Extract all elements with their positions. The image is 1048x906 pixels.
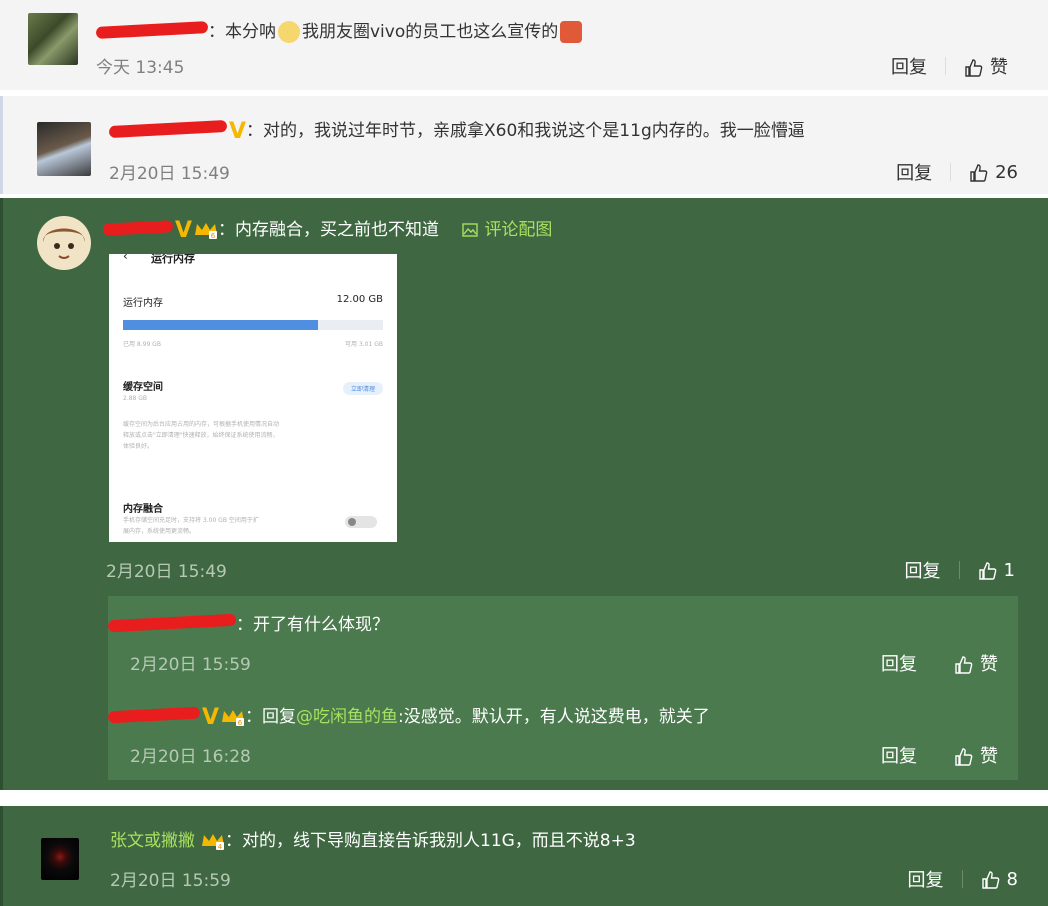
reply-time: 2月20日 16:28 [130,747,251,767]
comment-item: V：对的，我说过年时节，亲戚拿X60和我说这个是11g内存的。我一脸懵逼 2月2… [0,96,1048,194]
thumbs-up-icon [965,59,983,77]
divider [935,654,936,672]
comment-actions: 回复 26 [896,159,1018,185]
fusion-toggle [345,516,377,528]
avatar[interactable] [37,122,91,176]
reply-button[interactable]: 回复 [881,742,917,768]
like-button[interactable]: 赞 [954,742,998,768]
ram-free: 可用 3.01 GB [345,341,383,348]
divider [958,561,960,579]
reply-button[interactable]: 回复 [881,650,917,676]
comment-time: 2月20日 15:49 [106,562,227,582]
verified-v-icon: V [229,118,247,144]
like-button[interactable]: 1 [978,560,1015,581]
cache-desc: 缓存空间为后台应用占用的内存，可根据手机使用情况自动 [123,421,280,428]
redacted-username[interactable] [102,220,174,236]
like-label: 赞 [980,746,998,767]
cache-title: 缓存空间 [123,382,163,393]
comment-time: 2月20日 15:59 [110,871,231,891]
like-count: 1 [1003,559,1015,581]
redacted-username[interactable] [108,119,228,139]
mention-link[interactable]: @吃闲鱼的鱼 [296,707,398,727]
comment-text: 张文或撇撇 4 ：对的，线下导购直接告诉我别人11G，而且不说8+3 [110,831,636,851]
thumbs-up-icon [955,748,973,766]
thumbs-up-icon [978,561,996,580]
redacted-username[interactable] [107,613,237,633]
crown-level-icon: 6 [195,223,218,239]
ram-label: 运行内存 [123,298,163,309]
fusion-title: 内存融合 [123,504,163,515]
divider [945,57,946,75]
ram-progress-fill [123,320,318,330]
verified-v-icon: V [202,704,220,730]
fusion-desc: 展内存，系统使用更流畅。 [123,528,196,535]
comment-text: ：本分呐 我朋友圈vivo的员工也这么宣传的 [95,17,583,43]
thumbs-up-icon [970,163,988,182]
thumbs-up-icon [955,656,973,674]
svg-text:4: 4 [218,843,223,850]
reply-actions: 回复 赞 [881,650,998,676]
reply-button[interactable]: 回复 [905,557,941,583]
cache-desc: 释放或点击"立即清理"快速释放，始终保证系统使用流畅， [123,432,279,439]
reply-text: ：开了有什么体现？ [107,610,389,635]
svg-text:6: 6 [238,719,243,726]
ram-used: 已用 8.99 GB [123,341,161,348]
username-link[interactable]: 张文或撇撇 [110,831,195,851]
redacted-username[interactable] [107,706,201,724]
crown-level-icon: 6 [222,710,245,726]
avatar[interactable] [37,216,91,270]
comment-item: 张文或撇撇 4 ：对的，线下导购直接告诉我别人11G，而且不说8+3 2月20日 1… [0,806,1048,906]
cache-size: 2.88 GB [123,395,148,402]
reply-time: 2月20日 15:59 [130,655,251,675]
avatar-image [43,228,85,259]
comment-text: V 6 ：内存融合，买之前也不知道 评论配图 [102,215,552,243]
comment-item: ：本分呐 我朋友圈vivo的员工也这么宣传的 今天 13:45 回复 赞 [0,0,1048,90]
comment-time: 2月20日 15:49 [109,164,230,184]
like-button[interactable]: 8 [981,869,1018,890]
redacted-username[interactable] [95,21,209,39]
reply-actions: 回复 赞 [881,742,998,768]
image-header: 运行内存 [151,254,195,265]
reply-button[interactable]: 回复 [891,53,927,79]
like-button[interactable]: 赞 [964,53,1008,79]
reply-list: ：开了有什么体现？ 2月20日 15:59 回复 赞 V 6 ：回复@吃闲鱼的鱼:没… [107,596,1018,780]
thumbs-up-icon [981,870,999,889]
avatar[interactable] [28,13,78,65]
cache-desc: 体验良好。 [123,443,154,450]
like-count: 8 [1006,868,1018,890]
fusion-desc: 手机存储空间充足时，支持将 3.00 GB 空间用于扩 [123,517,259,524]
comment-image[interactable]: ‹ 运行内存 运行内存 12.00 GB 已用 8.99 GB 可用 3.01 … [109,254,397,542]
like-label: 赞 [980,654,998,675]
like-count: 26 [995,161,1018,183]
image-back-arrow: ‹ [123,254,128,263]
verified-v-icon: V [175,217,193,243]
ram-value: 12.00 GB [336,294,383,305]
reply-text: V 6 ：回复@吃闲鱼的鱼:没感觉。默认开，有人说这费电，就关了 [107,702,710,730]
reply-button[interactable]: 回复 [908,866,944,892]
comment-actions: 回复 8 [908,866,1018,892]
divider [950,163,952,181]
comment-image-link[interactable]: 评论配图 [462,220,552,240]
comment-actions: 回复 1 [905,557,1015,583]
like-button[interactable]: 26 [969,162,1018,183]
divider [961,870,963,888]
emoji-icon [278,21,300,43]
svg-text:6: 6 [211,232,216,239]
comment-actions: 回复 赞 [891,53,1008,79]
emoji-icon [560,21,583,43]
image-icon [462,223,479,237]
clean-button: 立即清理 [342,382,383,395]
divider [935,746,936,764]
comment-time: 今天 13:45 [96,58,185,78]
comment-text: V：对的，我说过年时节，亲戚拿X60和我说这个是11g内存的。我一脸懵逼 [108,116,805,144]
comment-item: V 6 ：内存融合，买之前也不知道 评论配图 ‹ 运行内存 运行内存 12.00 G… [0,198,1048,790]
like-button[interactable]: 赞 [954,650,998,676]
like-label: 赞 [990,57,1008,78]
reply-button[interactable]: 回复 [896,159,932,185]
crown-level-icon: 4 [202,834,224,850]
ram-progress-bar [123,320,383,330]
avatar[interactable] [41,838,79,880]
